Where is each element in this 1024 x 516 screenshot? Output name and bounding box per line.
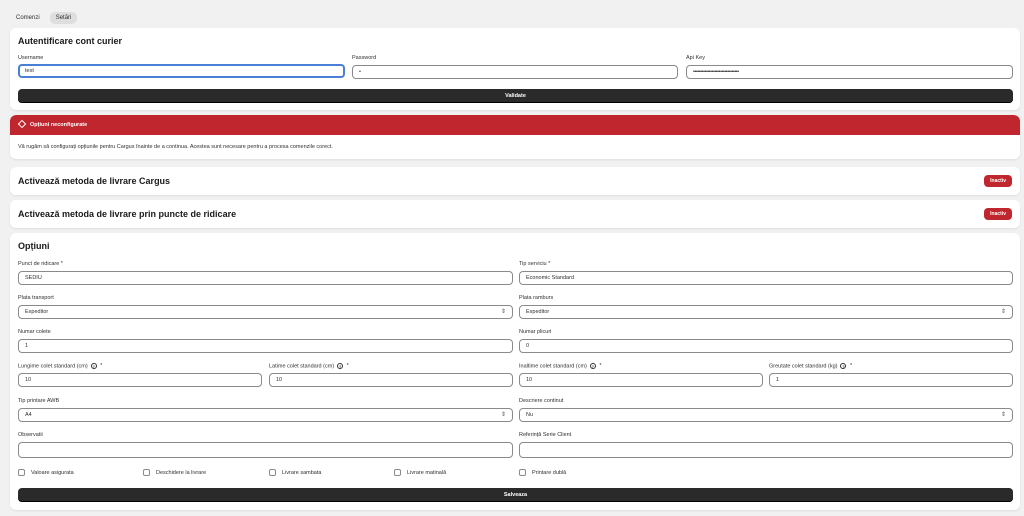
height-field[interactable]: 10 xyxy=(519,373,763,387)
checkbox-box[interactable] xyxy=(143,469,150,476)
apikey-label: Api Key xyxy=(686,55,705,61)
checkbox-label: Livrare sambata xyxy=(282,469,322,476)
weight-label: Greutate colet standard (kg)? * xyxy=(769,363,852,369)
checkbox-printare-dubla[interactable]: Printare dublă xyxy=(519,469,566,476)
required-mark: * xyxy=(599,363,602,370)
checkbox-box[interactable] xyxy=(519,469,526,476)
observations-label: Observatii xyxy=(18,432,43,438)
ramburs-label: Plata ramburs xyxy=(519,295,554,301)
help-icon[interactable]: ? xyxy=(840,363,847,369)
checkbox-box[interactable] xyxy=(269,469,276,476)
width-label-text: Latime colet standard (cm) xyxy=(269,363,335,370)
method-cargus-title: Activează metoda de livrare Cargus xyxy=(18,176,171,186)
transport-label: Plata transport xyxy=(18,295,54,301)
colete-field[interactable]: 1 xyxy=(18,339,513,353)
username-field[interactable]: test xyxy=(18,64,345,78)
observations-field[interactable] xyxy=(18,442,513,458)
required-mark: * xyxy=(100,363,103,370)
options-card: Opțiuni Punct de ridicare * SEDIU Tip se… xyxy=(10,233,1020,510)
service-label: Tip serviciu * xyxy=(519,261,551,267)
required-mark: * xyxy=(346,363,349,370)
method-cargus-status-badge[interactable]: Inactiv xyxy=(984,175,1012,187)
pickup-field[interactable]: SEDIU xyxy=(18,271,513,285)
select-chevron-icon: ⇕ xyxy=(500,309,506,315)
warning-message: Vă rugăm să configurați opțiunile pentru… xyxy=(18,144,333,150)
checkbox-label: Deschidere la livrare xyxy=(156,469,207,476)
plicuri-label: Numar plicuri xyxy=(519,329,552,335)
length-label-text: Lungime colet standard (cm) xyxy=(18,363,88,370)
required-mark: * xyxy=(850,363,853,370)
username-label: Username xyxy=(18,55,44,61)
awb-select[interactable]: A4 ⇕ xyxy=(18,408,513,422)
auth-title: Autentificare cont curier xyxy=(18,36,123,46)
content-value: Nu xyxy=(526,412,534,418)
ramburs-select[interactable]: Expeditor ⇕ xyxy=(519,305,1013,319)
checkbox-box[interactable] xyxy=(394,469,401,476)
validate-button[interactable]: Validate xyxy=(18,89,1013,103)
content-select[interactable]: Nu ⇕ xyxy=(519,408,1013,422)
warning-header: Opțiuni neconfigurate xyxy=(10,115,1020,135)
options-title: Opțiuni xyxy=(18,241,50,251)
weight-field[interactable]: 1 xyxy=(769,373,1013,387)
service-field[interactable]: Economic Standard xyxy=(519,271,1013,285)
ramburs-value: Expeditor xyxy=(526,309,550,315)
transport-value: Expeditor xyxy=(25,309,49,315)
password-field[interactable]: • xyxy=(352,65,678,79)
transport-select[interactable]: Expeditor ⇕ xyxy=(18,305,513,319)
content-label: Descriere continut xyxy=(519,398,564,404)
pickup-label: Punct de ridicare * xyxy=(18,261,63,267)
help-icon[interactable]: ? xyxy=(589,363,596,369)
plicuri-field[interactable]: 0 xyxy=(519,339,1013,353)
help-icon[interactable]: ? xyxy=(337,363,344,369)
checkbox-livrare-sambata[interactable]: Livrare sambata xyxy=(269,469,321,476)
reference-field[interactable] xyxy=(519,442,1013,458)
awb-label: Tip printare AWB xyxy=(18,398,60,404)
auth-card: Autentificare cont curier Username test … xyxy=(10,28,1020,110)
length-label: Lungime colet standard (cm)? * xyxy=(18,363,102,369)
awb-value: A4 xyxy=(25,412,32,418)
tab-comenzi[interactable]: Comenzi xyxy=(10,12,46,24)
checkbox-deschidere-la-livrare[interactable]: Deschidere la livrare xyxy=(143,469,206,476)
method-cargus-card: Activează metoda de livrare Cargus Inact… xyxy=(10,167,1020,195)
apikey-field[interactable]: •••••••••••••••••••••••••••••••• xyxy=(686,65,1013,79)
checkbox-label: Livrare matinală xyxy=(407,469,447,476)
width-field[interactable]: 10 xyxy=(269,373,513,387)
checkbox-label: Printare dublă xyxy=(532,469,567,476)
width-label: Latime colet standard (cm)? * xyxy=(269,363,349,369)
select-chevron-icon: ⇕ xyxy=(500,412,506,418)
checkbox-label: Valoare asigurata xyxy=(31,469,74,476)
select-chevron-icon: ⇕ xyxy=(1000,309,1006,315)
warning-card: Opțiuni neconfigurate Vă rugăm să config… xyxy=(10,115,1020,159)
checkbox-livrare-matinala[interactable]: Livrare matinală xyxy=(394,469,446,476)
method-pickup-card: Activează metoda de livrare prin puncte … xyxy=(10,200,1020,228)
weight-label-text: Greutate colet standard (kg) xyxy=(769,363,838,370)
method-pickup-status-badge[interactable]: Inactiv xyxy=(984,208,1012,220)
warning-title: Opțiuni neconfigurate xyxy=(30,122,88,128)
reference-label: Referință Serie Client xyxy=(519,432,572,438)
help-icon[interactable]: ? xyxy=(90,363,97,369)
height-label: Inaltime colet standard (cm)? * xyxy=(519,363,602,369)
checkbox-valoare-asigurata[interactable]: Valoare asigurata xyxy=(18,469,74,476)
checkbox-box[interactable] xyxy=(18,469,25,476)
password-label: Password xyxy=(352,55,377,61)
height-label-text: Inaltime colet standard (cm) xyxy=(519,363,587,370)
save-button[interactable]: Salveaza xyxy=(18,488,1013,502)
tab-bar: Comenzi Setări xyxy=(10,12,78,24)
method-pickup-title: Activează metoda de livrare prin puncte … xyxy=(18,209,237,219)
tab-setari[interactable]: Setări xyxy=(49,12,78,24)
colete-label: Numar colete xyxy=(18,329,51,335)
warning-diamond-icon xyxy=(17,119,27,129)
select-chevron-icon: ⇕ xyxy=(1000,412,1006,418)
length-field[interactable]: 10 xyxy=(18,373,262,387)
